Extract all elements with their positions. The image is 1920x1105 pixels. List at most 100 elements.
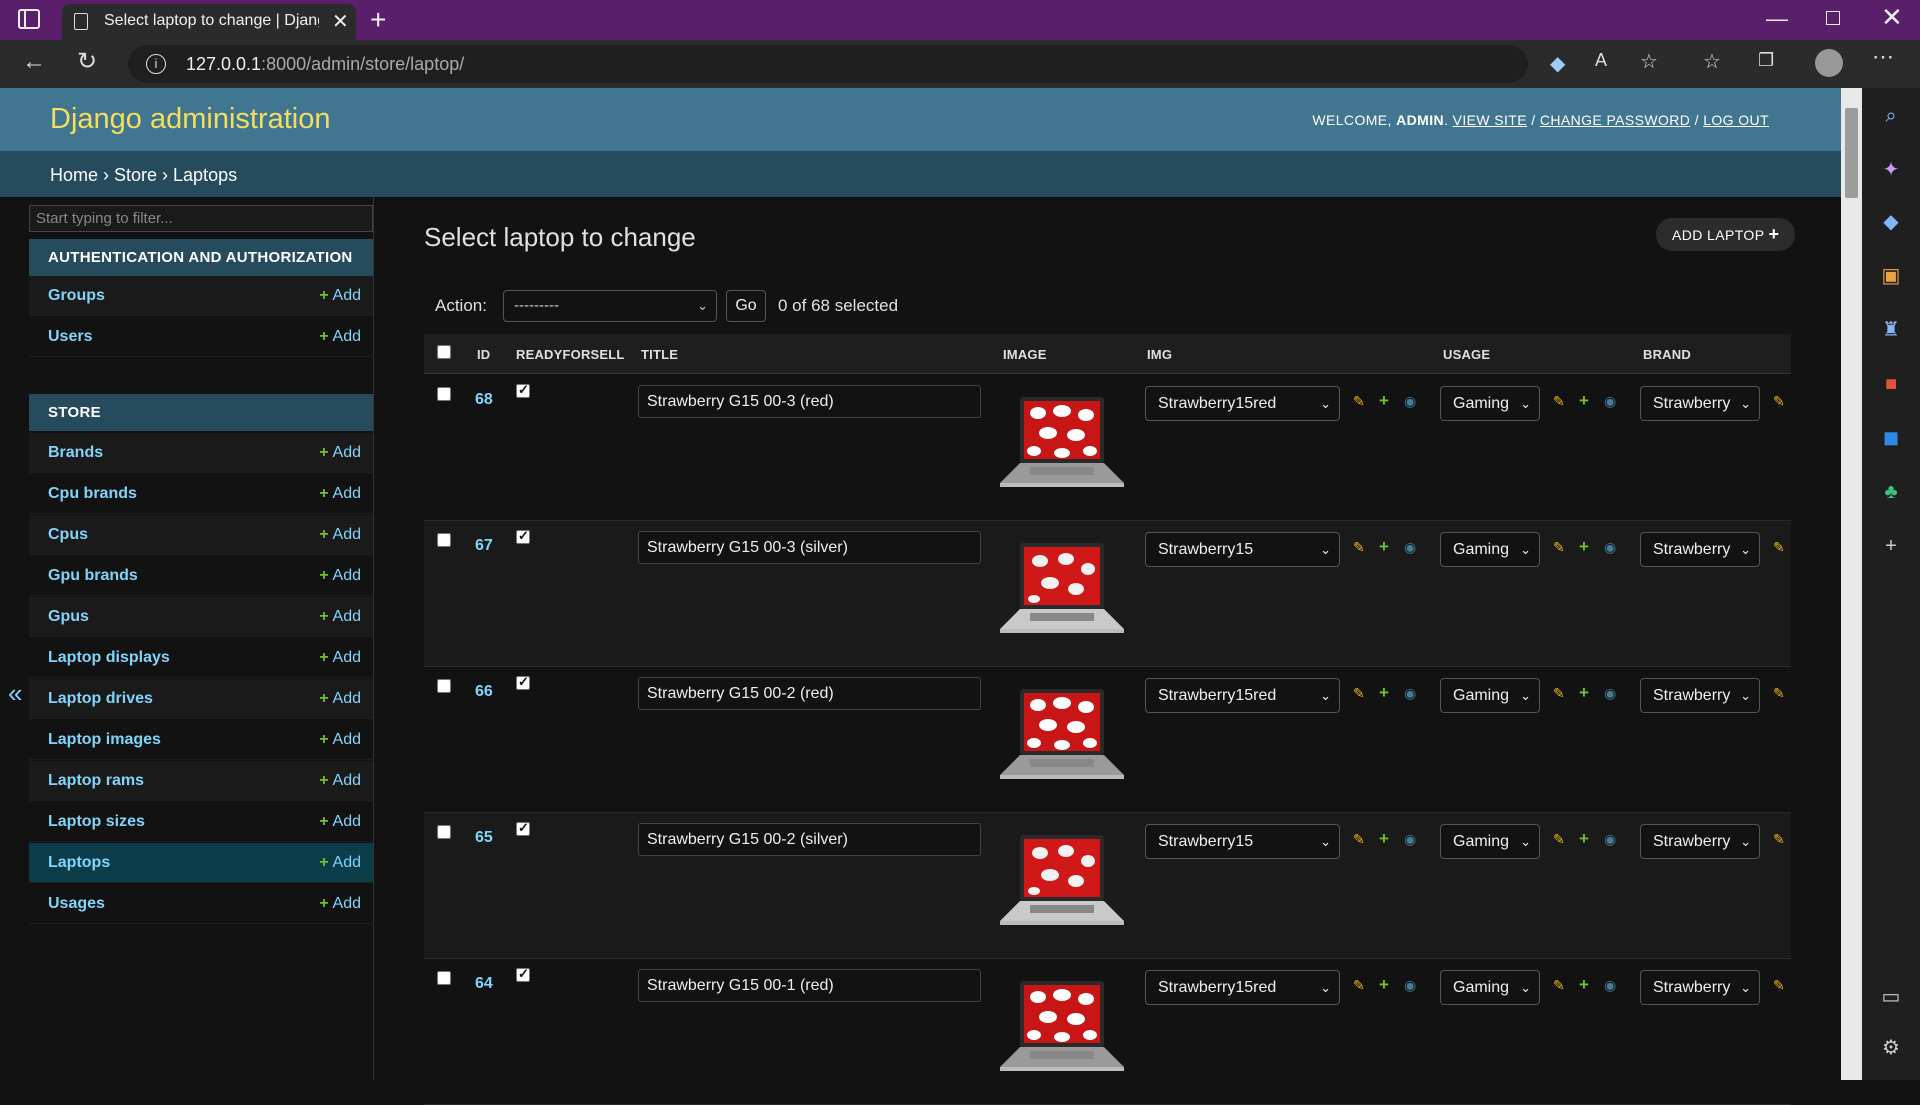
sidebar-add-link[interactable]: + Add [319,328,361,346]
view-img-icon[interactable]: ◉ [1404,539,1416,556]
sidebar-item-laptop-sizes[interactable]: Laptop sizes + Add [29,802,373,842]
row-id-link[interactable]: 68 [475,391,493,409]
collapse-sidebar-icon[interactable]: « [8,678,22,709]
tools-icon[interactable]: ▣ [1879,264,1903,288]
sidebar-add-link[interactable]: + Add [319,690,361,708]
edit-brand-icon[interactable]: ✎ [1773,393,1785,410]
edit-img-icon[interactable]: ✎ [1353,831,1365,848]
settings-gear-icon[interactable]: ⚙ [1879,1036,1903,1060]
sidebar-item-label[interactable]: Users [48,328,92,346]
sidebar-item-label[interactable]: Laptop sizes [48,813,145,831]
sidebar-item-laptop-drives[interactable]: Laptop drives + Add [29,679,373,719]
usage-select[interactable]: Gaming ⌄ [1440,386,1540,421]
brand-select[interactable]: Strawberry ⌄ [1640,386,1760,421]
sidebar-add-link[interactable]: + Add [319,287,361,305]
change-password-link[interactable]: CHANGE PASSWORD [1540,112,1690,128]
sidebar-item-label[interactable]: Cpu brands [48,485,137,503]
sidebar-add-link[interactable]: + Add [319,854,361,872]
row-id-link[interactable]: 66 [475,683,493,701]
sidebar-item-laptop-rams[interactable]: Laptop rams + Add [29,761,373,801]
more-menu-icon[interactable]: ⋯ [1872,44,1894,70]
outlook-icon[interactable]: ◼ [1879,426,1903,450]
shopping-tag-icon[interactable]: ◆ [1879,210,1903,234]
readyforsell-checkbox[interactable] [516,820,530,836]
nav-filter-input[interactable]: Start typing to filter... [29,205,373,232]
scrollbar-thumb[interactable] [1845,108,1858,198]
readyforsell-checkbox[interactable] [516,528,530,544]
read-aloud-icon[interactable]: A [1595,50,1607,71]
sidebar-item-laptop-displays[interactable]: Laptop displays + Add [29,638,373,678]
view-img-icon[interactable]: ◉ [1404,977,1416,994]
sidebar-item-label[interactable]: Laptop images [48,731,161,749]
add-img-icon[interactable]: + [1379,829,1389,849]
view-usage-icon[interactable]: ◉ [1604,831,1616,848]
add-usage-icon[interactable]: + [1579,683,1589,703]
action-select[interactable]: --------- ⌄ [503,290,717,322]
add-img-icon[interactable]: + [1379,683,1389,703]
page-scrollbar[interactable] [1841,88,1862,1080]
refresh-icon[interactable]: ↻ [77,47,97,76]
edit-brand-icon[interactable]: ✎ [1773,685,1785,702]
column-header-img[interactable]: IMG [1147,347,1172,362]
sidebar-item-users[interactable]: Users + Add [29,317,373,357]
view-usage-icon[interactable]: ◉ [1604,393,1616,410]
add-usage-icon[interactable]: + [1579,391,1589,411]
sidebar-add-link[interactable]: + Add [319,813,361,831]
collections-icon[interactable]: ❐ [1758,50,1774,71]
view-img-icon[interactable]: ◉ [1404,831,1416,848]
sidebar-item-cpu-brands[interactable]: Cpu brands + Add [29,474,373,514]
sidebar-add-link[interactable]: + Add [319,526,361,544]
column-header-readyforsell[interactable]: READYFORSELL [516,347,625,362]
games-icon[interactable]: ♜ [1879,318,1903,342]
tag-icon[interactable]: ◆ [1550,51,1565,76]
add-usage-icon[interactable]: + [1579,537,1589,557]
profile-avatar[interactable] [1815,49,1843,77]
browser-tab[interactable]: Select laptop to change | Django ✕ [62,4,356,40]
row-id-link[interactable]: 65 [475,829,493,847]
edit-usage-icon[interactable]: ✎ [1553,685,1565,702]
close-tab-icon[interactable]: ✕ [332,9,349,34]
img-select[interactable]: Strawberry15 ⌄ [1145,532,1340,567]
brand-select[interactable]: Strawberry ⌄ [1640,678,1760,713]
sidebar-add-link[interactable]: + Add [319,895,361,913]
edit-brand-icon[interactable]: ✎ [1773,977,1785,994]
go-button[interactable]: Go [726,290,766,322]
window-close-icon[interactable]: ✕ [1881,2,1903,33]
title-input[interactable]: Strawberry G15 00-1 (red) [638,969,981,1002]
view-usage-icon[interactable]: ◉ [1604,685,1616,702]
sidebar-item-groups[interactable]: Groups + Add [29,276,373,316]
add-img-icon[interactable]: + [1379,537,1389,557]
usage-select[interactable]: Gaming ⌄ [1440,824,1540,859]
brand-select[interactable]: Strawberry ⌄ [1640,970,1760,1005]
usage-select[interactable]: Gaming ⌄ [1440,970,1540,1005]
sidebar-item-label[interactable]: Laptop rams [48,772,144,790]
img-select[interactable]: Strawberry15 ⌄ [1145,824,1340,859]
sidebar-item-label[interactable]: Cpus [48,526,88,544]
edit-img-icon[interactable]: ✎ [1353,685,1365,702]
select-all-checkbox[interactable] [437,345,451,359]
sidebar-item-gpu-brands[interactable]: Gpu brands + Add [29,556,373,596]
edit-img-icon[interactable]: ✎ [1353,977,1365,994]
sidebar-item-laptops[interactable]: Laptops + Add [29,843,373,883]
sidebar-item-brands[interactable]: Brands + Add [29,433,373,473]
copilot-icon[interactable]: ✦ [1879,158,1903,182]
sidebar-item-label[interactable]: Brands [48,444,103,462]
view-img-icon[interactable]: ◉ [1404,393,1416,410]
url-text[interactable]: 127.0.0.1:8000/admin/store/laptop/ [186,54,464,75]
add-img-icon[interactable]: + [1379,975,1389,995]
row-select-checkbox[interactable] [437,971,451,985]
edit-usage-icon[interactable]: ✎ [1553,393,1565,410]
sidebar-toggle-icon[interactable] [18,9,40,29]
new-tab-icon[interactable]: + [370,4,386,36]
maximize-icon[interactable] [1826,11,1840,25]
usage-select[interactable]: Gaming ⌄ [1440,532,1540,567]
view-usage-icon[interactable]: ◉ [1604,977,1616,994]
hide-sidebar-icon[interactable]: ▭ [1879,985,1903,1009]
edit-brand-icon[interactable]: ✎ [1773,539,1785,556]
sidebar-item-gpus[interactable]: Gpus + Add [29,597,373,637]
sidebar-add-link[interactable]: + Add [319,772,361,790]
address-bar[interactable]: i 127.0.0.1:8000/admin/store/laptop/ ◆ [128,45,1565,83]
readyforsell-checkbox[interactable] [516,966,530,982]
row-select-checkbox[interactable] [437,387,451,401]
back-icon[interactable]: ← [22,48,46,76]
